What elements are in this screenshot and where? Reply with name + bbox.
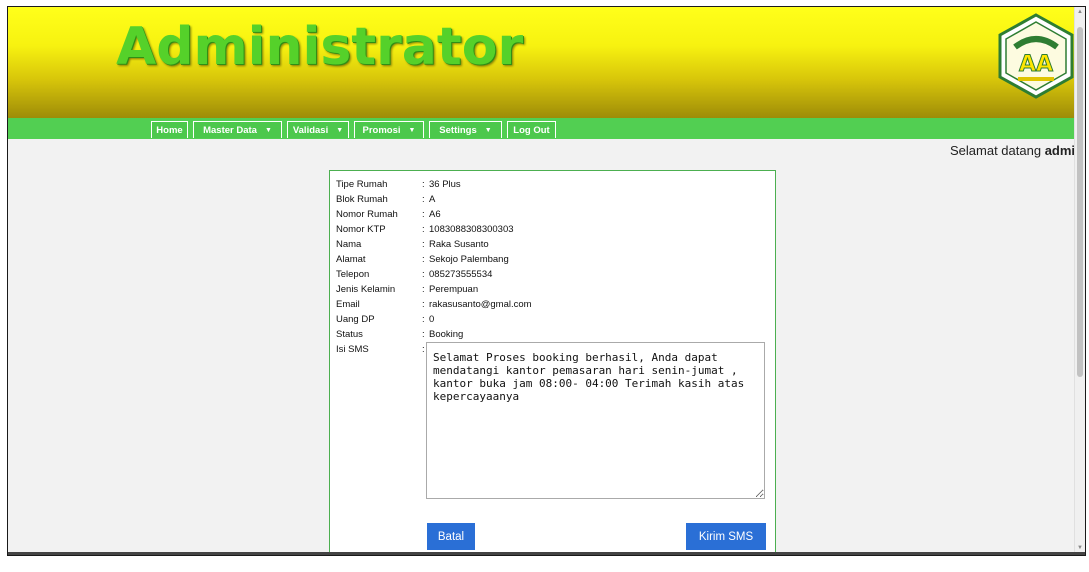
field-value: A6 — [429, 209, 441, 220]
field-label: Email — [336, 299, 360, 310]
field-label: Alamat — [336, 254, 366, 265]
nav-settings-label: Settings — [439, 124, 477, 136]
nav-master-data[interactable]: Master Data ▼ — [193, 121, 282, 138]
field-separator: : — [422, 314, 425, 325]
field-label: Uang DP — [336, 314, 375, 325]
scrollbar-thumb[interactable] — [1077, 27, 1083, 377]
field-value: Sekojo Palembang — [429, 254, 509, 265]
field-separator: : — [422, 329, 425, 340]
nav-promosi[interactable]: Promosi ▼ — [354, 121, 424, 138]
field-separator: : — [422, 224, 425, 235]
company-logo: AA — [998, 13, 1074, 99]
field-separator: : — [422, 179, 425, 190]
field-value: rakasusanto@gmal.com — [429, 299, 532, 310]
field-label: Nomor KTP — [336, 224, 386, 235]
main-navbar: Home Master Data ▼ Validasi ▼ Promosi ▼ … — [8, 118, 1085, 139]
field-label: Telepon — [336, 269, 370, 280]
nav-logout[interactable]: Log Out — [507, 121, 556, 138]
field-value: 085273555534 — [429, 269, 493, 280]
caret-down-icon: ▼ — [264, 126, 272, 134]
field-separator: : — [422, 344, 425, 355]
field-separator: : — [422, 284, 425, 295]
field-label: Status — [336, 329, 363, 340]
field-label: Tipe Rumah — [336, 179, 388, 190]
app-window: Administrator AA Home Master Data ▼ Vali… — [7, 6, 1086, 556]
nav-master-data-label: Master Data — [203, 124, 257, 136]
nav-home[interactable]: Home — [151, 121, 188, 138]
field-value: Raka Susanto — [429, 239, 489, 250]
nav-home-label: Home — [156, 124, 183, 136]
field-separator: : — [422, 299, 425, 310]
scroll-up-icon[interactable]: ▲ — [1077, 9, 1083, 15]
field-value: Perempuan — [429, 284, 479, 295]
cancel-button[interactable]: Batal — [427, 523, 475, 550]
field-value: A — [429, 194, 436, 205]
bottom-divider — [8, 552, 1085, 555]
send-sms-button[interactable]: Kirim SMS — [686, 523, 766, 550]
sms-message-textarea[interactable]: Selamat Proses booking berhasil, Anda da… — [426, 342, 765, 499]
field-separator: : — [422, 269, 425, 280]
field-label: Jenis Kelamin — [336, 284, 396, 295]
welcome-text: Selamat datang — [950, 143, 1042, 158]
sms-booking-panel: Tipe Rumah : 36 Plus Blok Rumah : A Nomo… — [329, 170, 776, 555]
field-label: Nomor Rumah — [336, 209, 398, 220]
caret-down-icon: ▼ — [408, 126, 416, 134]
page-scrollbar[interactable]: ▲ ▼ — [1074, 7, 1085, 555]
field-value: Booking — [429, 329, 464, 340]
caret-down-icon: ▼ — [484, 126, 492, 134]
field-label: Blok Rumah — [336, 194, 388, 205]
field-label: Nama — [336, 239, 362, 250]
field-separator: : — [422, 194, 425, 205]
field-separator: : — [422, 254, 425, 265]
header-banner: Administrator AA — [8, 7, 1085, 118]
page-title: Administrator — [116, 17, 524, 77]
nav-validasi[interactable]: Validasi ▼ — [287, 121, 349, 138]
nav-promosi-label: Promosi — [362, 124, 401, 136]
nav-settings[interactable]: Settings ▼ — [429, 121, 502, 138]
field-label: Isi SMS — [336, 344, 369, 355]
nav-validasi-label: Validasi — [292, 124, 329, 136]
caret-down-icon: ▼ — [336, 126, 344, 134]
welcome-message: Selamat datang admin — [950, 143, 1083, 158]
field-value: 0 — [429, 314, 435, 325]
field-separator: : — [422, 209, 425, 220]
svg-text:AA: AA — [1019, 52, 1053, 77]
scroll-down-icon[interactable]: ▼ — [1077, 545, 1083, 551]
field-value: 36 Plus — [429, 179, 461, 190]
field-separator: : — [422, 239, 425, 250]
nav-logout-label: Log Out — [513, 124, 550, 136]
field-value: 1083088308300303 — [429, 224, 514, 235]
